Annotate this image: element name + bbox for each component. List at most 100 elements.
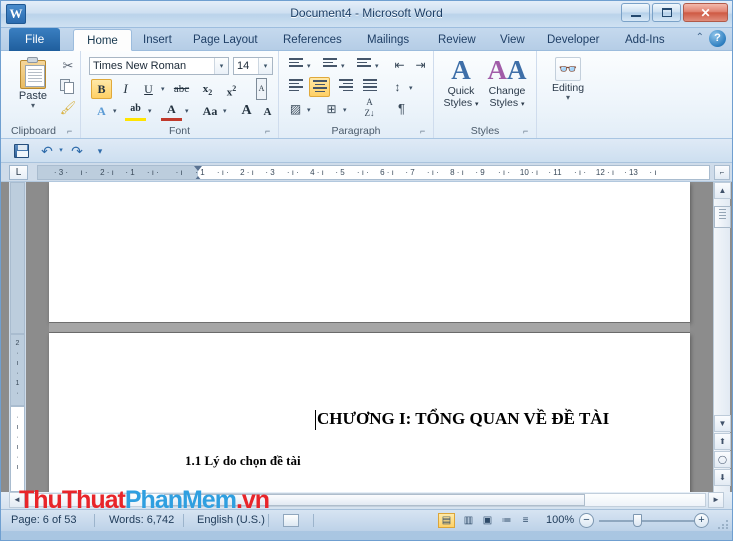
page-current[interactable]: CHƯƠNG I: TỔNG QUAN VỀ ĐỀ TÀI 1.1 Lý do … [49, 333, 690, 492]
show-formatting-marks-button[interactable]: ¶ [391, 99, 412, 119]
collapse-ribbon-icon[interactable]: ⌃ [696, 32, 704, 43]
minimize-button[interactable] [621, 3, 650, 22]
justify-button[interactable] [359, 77, 380, 97]
save-icon[interactable] [14, 144, 29, 158]
numbering-caret-icon[interactable]: ▾ [341, 62, 345, 70]
view-full-screen-reading-button[interactable]: ▥ [460, 513, 477, 528]
subscript-button[interactable]: x2 [197, 79, 218, 99]
browse-object-button[interactable]: ◯ [714, 451, 731, 468]
copy-button[interactable] [57, 77, 79, 97]
styles-dialog-launcher[interactable]: ⌐ [523, 126, 533, 136]
redo-icon[interactable]: ↷ [69, 142, 85, 160]
line-spacing-caret-icon[interactable]: ▾ [409, 84, 413, 92]
word-count-status[interactable]: Words: 6,742 [109, 514, 174, 526]
sort-button[interactable]: AZ↓ [359, 97, 380, 117]
format-painter-button[interactable]: 🖌 [57, 98, 79, 118]
multilevel-caret-icon[interactable]: ▾ [375, 62, 379, 70]
tab-references[interactable]: References [274, 29, 351, 51]
align-center-button[interactable] [309, 77, 330, 97]
resize-grip[interactable] [718, 518, 730, 530]
customize-qat-icon[interactable]: ▾ [93, 142, 107, 160]
paste-caret-icon[interactable]: ▾ [11, 102, 55, 109]
next-page-button[interactable]: ⬇ [714, 469, 731, 486]
change-case-caret-icon[interactable]: ▾ [223, 107, 227, 115]
tab-selector-button[interactable]: L [9, 165, 28, 180]
line-spacing-button[interactable]: ↕ [387, 77, 408, 97]
font-color-caret-icon[interactable]: ▾ [185, 107, 189, 115]
bold-button[interactable]: B [91, 79, 112, 99]
align-left-button[interactable] [285, 77, 306, 97]
zoom-slider-thumb[interactable] [633, 514, 642, 527]
cut-button[interactable]: ✂ [57, 56, 79, 76]
indent-markers[interactable] [194, 166, 203, 180]
tab-mailings[interactable]: Mailings [358, 29, 418, 51]
font-name-combobox[interactable]: Times New Roman ▾ [89, 57, 229, 75]
text-effects-button[interactable]: A [91, 101, 112, 121]
increase-indent-button[interactable]: ⇥ [410, 55, 431, 75]
bullets-caret-icon[interactable]: ▾ [307, 62, 311, 70]
paragraph-dialog-launcher[interactable]: ⌐ [420, 126, 430, 136]
ruler-corner-button[interactable]: ⌐ [714, 165, 730, 180]
view-web-layout-button[interactable]: ▣ [479, 513, 496, 528]
shrink-font-button[interactable]: A [257, 102, 278, 122]
tab-add-ins[interactable]: Add-Ins [616, 29, 674, 51]
tab-file[interactable]: File [9, 28, 60, 51]
italic-button[interactable]: I [115, 79, 136, 99]
text-highlight-button[interactable]: ab [125, 101, 146, 121]
editing-button[interactable]: 👓 Editing ▾ [545, 55, 591, 101]
align-right-button[interactable] [335, 77, 356, 97]
tab-insert[interactable]: Insert [134, 29, 181, 51]
font-size-combobox[interactable]: 14 ▾ [233, 57, 273, 75]
paste-button[interactable]: Paste ▾ [11, 55, 55, 117]
zoom-in-button[interactable]: + [694, 513, 709, 528]
underline-caret-icon[interactable]: ▾ [161, 85, 165, 93]
editing-caret-icon[interactable]: ▾ [545, 94, 591, 101]
undo-caret-icon[interactable]: ▾ [56, 142, 66, 160]
strikethrough-button[interactable]: abc [171, 79, 192, 99]
view-outline-button[interactable]: ≔ [498, 513, 515, 528]
vertical-scroll-thumb[interactable] [714, 206, 731, 228]
grow-font-button[interactable]: A [236, 101, 257, 121]
tab-page-layout[interactable]: Page Layout [184, 29, 267, 51]
shading-caret-icon[interactable]: ▾ [307, 106, 311, 114]
zoom-percentage[interactable]: 100% [546, 514, 574, 526]
language-status[interactable]: English (U.S.) [197, 514, 265, 526]
change-styles-button[interactable]: AA Change Styles ▾ [484, 55, 530, 111]
superscript-button[interactable]: x2 [221, 79, 242, 99]
undo-icon[interactable]: ↶ [39, 142, 55, 160]
vertical-ruler[interactable]: 2 · ı · 1 · · ı · ı · ı [9, 182, 26, 492]
close-button[interactable]: ✕ [683, 3, 728, 22]
page-previous[interactable] [49, 182, 690, 322]
restore-button[interactable] [652, 3, 681, 22]
bullets-button[interactable] [285, 55, 306, 75]
highlight-caret-icon[interactable]: ▾ [148, 107, 152, 115]
multilevel-list-button[interactable] [353, 55, 374, 75]
scroll-right-button[interactable]: ► [708, 492, 724, 508]
scroll-up-button[interactable]: ▲ [714, 182, 731, 199]
decrease-indent-button[interactable]: ⇤ [389, 55, 410, 75]
scroll-down-button[interactable]: ▼ [714, 415, 731, 432]
borders-caret-icon[interactable]: ▾ [343, 106, 347, 114]
quick-styles-caret-icon[interactable]: ▾ [475, 101, 479, 108]
underline-button[interactable]: U [138, 79, 159, 99]
font-size-chevron-down-icon[interactable]: ▾ [258, 58, 272, 74]
tab-home[interactable]: Home [73, 29, 132, 51]
vertical-scrollbar[interactable]: ▲ ▼ ⬆ ◯ ⬇ [713, 182, 730, 492]
numbering-button[interactable] [319, 55, 340, 75]
previous-page-button[interactable]: ⬆ [714, 433, 731, 450]
zoom-out-button[interactable]: − [579, 513, 594, 528]
proofing-errors-icon[interactable] [283, 514, 299, 527]
clipboard-dialog-launcher[interactable]: ⌐ [67, 126, 77, 136]
font-name-chevron-down-icon[interactable]: ▾ [214, 58, 228, 74]
horizontal-ruler[interactable]: · 3 · ı · 2 · ı · 1 · ı · · ı · 1 · ı · … [37, 165, 710, 180]
tab-developer[interactable]: Developer [538, 29, 608, 51]
view-print-layout-button[interactable]: ▤ [438, 513, 455, 528]
change-styles-caret-icon[interactable]: ▾ [521, 101, 525, 108]
view-draft-button[interactable]: ≡ [517, 513, 534, 528]
change-case-button[interactable]: Aa [197, 101, 223, 121]
shading-button[interactable]: ▨ [285, 99, 306, 119]
font-dialog-launcher[interactable]: ⌐ [265, 126, 275, 136]
borders-button[interactable]: ⊞ [321, 99, 342, 119]
font-color-button[interactable]: A [161, 101, 182, 121]
zoom-slider-track[interactable] [599, 520, 695, 522]
